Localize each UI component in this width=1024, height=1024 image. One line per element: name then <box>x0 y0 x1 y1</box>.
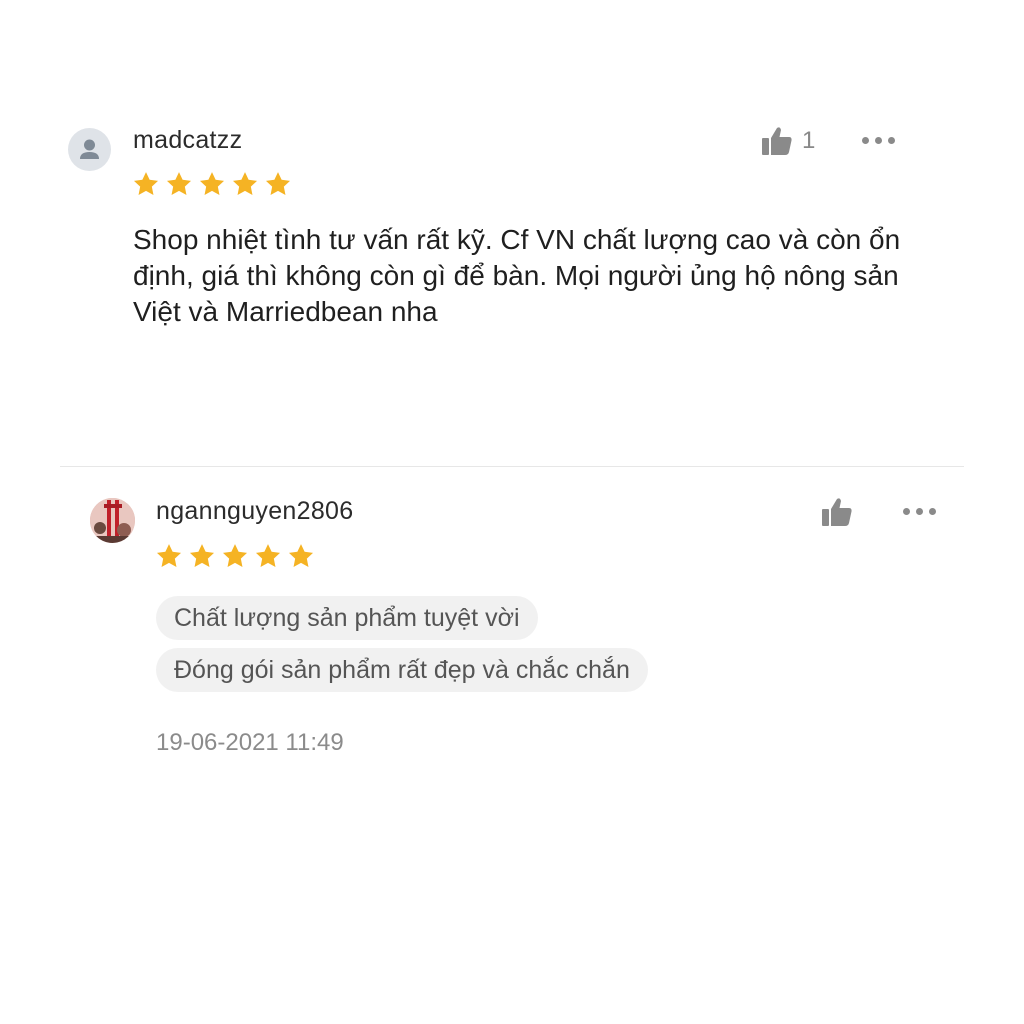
star-icon <box>265 172 291 195</box>
user-avatar[interactable] <box>68 128 111 171</box>
star-icon <box>199 172 225 195</box>
review-tag: Chất lượng sản phẩm tuyệt vời <box>156 596 538 640</box>
like-button[interactable]: 1 <box>760 125 815 157</box>
user-avatar[interactable] <box>90 498 135 543</box>
star-icon <box>255 544 281 567</box>
divider <box>60 466 964 467</box>
star-icon <box>232 172 258 195</box>
star-rating <box>155 542 315 570</box>
dot-icon <box>862 137 869 144</box>
dot-icon <box>929 508 936 515</box>
more-options-button[interactable] <box>862 137 895 144</box>
star-icon <box>166 172 192 195</box>
dot-icon <box>903 508 910 515</box>
more-options-button[interactable] <box>903 508 936 515</box>
dot-icon <box>888 137 895 144</box>
star-icon <box>288 544 314 567</box>
star-icon <box>133 172 159 195</box>
star-rating <box>132 170 292 198</box>
thumbs-up-icon <box>762 127 792 155</box>
username[interactable]: madcatzz <box>133 126 242 155</box>
username[interactable]: ngannguyen2806 <box>156 497 353 526</box>
star-icon <box>156 544 182 567</box>
star-icon <box>189 544 215 567</box>
star-icon <box>222 544 248 567</box>
default-user-icon <box>80 139 99 159</box>
profile-photo-icon <box>90 498 135 543</box>
thumbs-up-icon <box>822 498 852 526</box>
review-comment: Shop nhiệt tình tư vấn rất kỹ. Cf VN chấ… <box>133 224 901 327</box>
dot-icon <box>916 508 923 515</box>
dot-icon <box>875 137 882 144</box>
review-timestamp: 19-06-2021 11:49 <box>156 729 344 756</box>
like-count: 1 <box>802 127 816 154</box>
review-tag: Đóng gói sản phẩm rất đẹp và chắc chắn <box>156 648 648 692</box>
like-button[interactable] <box>820 496 854 528</box>
